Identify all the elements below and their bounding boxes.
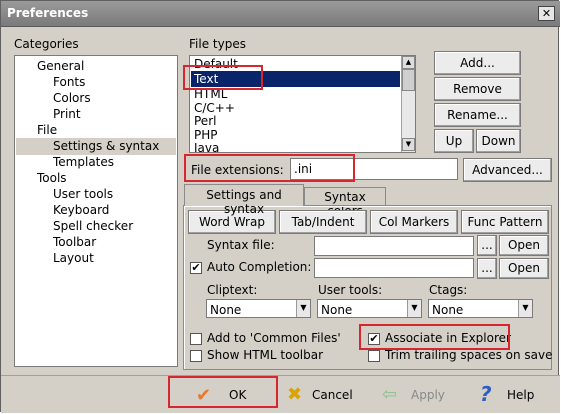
tree-item-spell-checker[interactable]: Spell checker [53, 219, 133, 233]
cliptext-select[interactable]: None ▼ [206, 299, 311, 318]
add-button-label: Add... [460, 56, 495, 70]
file-types-label: File types [189, 37, 246, 51]
trim-spaces-label: Trim trailing spaces on save [385, 348, 553, 362]
tab-indent-label: Tab/Indent [291, 215, 355, 229]
col-markers-label: Col Markers [378, 215, 450, 229]
func-pattern-label: Func Pattern [467, 215, 543, 229]
show-html-toolbar-label: Show HTML toolbar [207, 348, 324, 362]
cliptext-value: None [210, 303, 242, 317]
tree-item-file[interactable]: File [37, 123, 57, 137]
down-button[interactable]: Down [476, 129, 521, 153]
syntax-file-input[interactable] [314, 236, 474, 256]
annotation-box-associate [359, 324, 510, 350]
tree-item-colors[interactable]: Colors [53, 91, 91, 105]
tab-syntax-colors[interactable]: Syntax colors [304, 187, 386, 218]
syntax-file-label: Syntax file: [207, 238, 275, 252]
func-pattern-button[interactable]: Func Pattern [461, 210, 549, 234]
annotation-box-ok[interactable] [168, 376, 278, 408]
remove-button[interactable]: Remove [434, 77, 521, 101]
cancel-label[interactable]: Cancel [312, 388, 353, 402]
user-tools-label: User tools: [318, 283, 383, 297]
tree-item-keyboard[interactable]: Keyboard [53, 203, 109, 217]
user-tools-select[interactable]: None ▼ [317, 299, 422, 318]
trim-spaces-checkbox[interactable] [368, 350, 380, 362]
scroll-up-icon[interactable]: ▲ [402, 56, 415, 69]
scroll-thumb[interactable] [402, 69, 415, 91]
help-question-icon: ? [480, 382, 492, 406]
show-html-toolbar-checkbox[interactable] [190, 350, 202, 362]
categories-tree[interactable]: General Fonts Colors Print File Settings… [14, 55, 178, 367]
down-button-label: Down [481, 134, 516, 148]
dialog-footer [1, 375, 560, 413]
add-button[interactable]: Add... [434, 51, 521, 75]
chevron-down-icon: ▼ [407, 300, 421, 317]
apply-label[interactable]: Apply [411, 388, 445, 402]
auto-completion-checkbox[interactable]: ✔ [190, 262, 202, 274]
tree-item-fonts[interactable]: Fonts [53, 75, 85, 89]
tree-item-toolbar[interactable]: Toolbar [53, 235, 96, 249]
tab-settings-and-syntax[interactable]: Settings and syntax [184, 184, 304, 216]
rename-button[interactable]: Rename... [434, 103, 521, 127]
open-label-2: Open [507, 261, 541, 275]
word-wrap-label: Word Wrap [199, 215, 265, 229]
add-common-files-label: Add to 'Common Files' [207, 331, 341, 345]
advanced-button[interactable]: Advanced... [463, 158, 552, 182]
scroll-down-icon[interactable]: ▼ [402, 138, 415, 151]
auto-completion-input[interactable] [314, 258, 474, 278]
remove-button-label: Remove [453, 82, 502, 96]
syntax-file-open-button[interactable]: Open [499, 235, 549, 256]
auto-completion-open-button[interactable]: Open [499, 258, 549, 279]
file-type-php[interactable]: PHP [194, 128, 218, 142]
preferences-window: Preferences ✕ Categories General Fonts C… [0, 0, 560, 413]
advanced-button-label: Advanced... [472, 163, 543, 177]
rename-button-label: Rename... [447, 108, 508, 122]
tree-item-settings-syntax[interactable]: Settings & syntax [53, 139, 159, 153]
tree-item-tools[interactable]: Tools [37, 171, 67, 185]
file-type-cpp[interactable]: C/C++ [194, 101, 235, 115]
file-type-perl[interactable]: Perl [194, 114, 216, 128]
categories-label: Categories [14, 37, 79, 51]
chevron-down-icon: ▼ [518, 300, 532, 317]
auto-completion-label: Auto Completion: [207, 260, 312, 274]
syntax-file-browse-button[interactable]: ... [477, 235, 497, 256]
cliptext-label: Cliptext: [207, 283, 258, 297]
ctags-select[interactable]: None ▼ [428, 299, 533, 318]
tree-item-print[interactable]: Print [53, 107, 81, 121]
file-types-scrollbar[interactable]: ▲ ▼ [401, 56, 415, 152]
window-title: Preferences [7, 6, 89, 20]
chevron-down-icon: ▼ [296, 300, 310, 317]
annotation-box-extensions [184, 154, 355, 182]
file-type-java[interactable]: Java [194, 141, 219, 152]
title-bar: Preferences ✕ [1, 1, 560, 27]
cancel-x-icon: ✖ [287, 384, 303, 405]
help-label[interactable]: Help [507, 388, 534, 402]
ctags-value: None [432, 303, 464, 317]
tree-item-templates[interactable]: Templates [53, 155, 114, 169]
user-tools-value: None [321, 303, 353, 317]
open-label: Open [507, 238, 541, 252]
add-common-files-checkbox[interactable] [190, 333, 202, 345]
col-markers-button[interactable]: Col Markers [370, 210, 458, 234]
annotation-box-text [183, 65, 263, 90]
ctags-label: Ctags: [429, 283, 468, 297]
up-button-label: Up [445, 134, 463, 148]
auto-completion-browse-button[interactable]: ... [477, 258, 497, 279]
tab-indent-button[interactable]: Tab/Indent [279, 210, 367, 234]
browse-label: ... [481, 238, 493, 252]
tree-item-user-tools[interactable]: User tools [53, 187, 113, 201]
apply-arrow-icon: ⇦ [382, 384, 398, 405]
browse-label-2: ... [481, 261, 493, 275]
close-button[interactable]: ✕ [538, 6, 555, 21]
up-button[interactable]: Up [434, 129, 474, 153]
tree-item-layout[interactable]: Layout [53, 251, 94, 265]
tree-item-general[interactable]: General [37, 59, 84, 73]
